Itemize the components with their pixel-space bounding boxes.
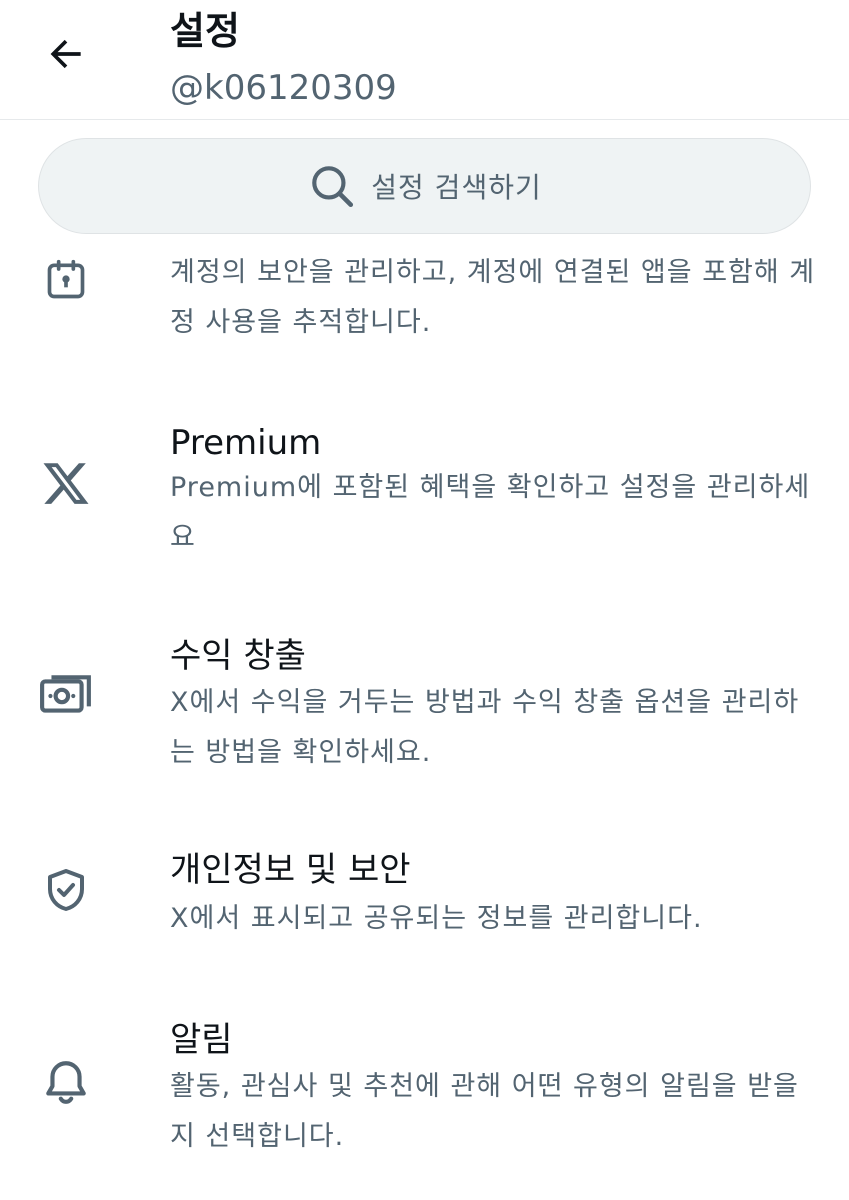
- settings-item-premium[interactable]: Premium Premium에 포함된 혜택을 확인하고 설정을 관리하세요: [0, 415, 849, 565]
- search-icon: [307, 161, 357, 211]
- settings-item-monetization[interactable]: 수익 창출 X에서 수익을 거두는 방법과 수익 창출 옵션을 관리하는 방법을…: [0, 628, 849, 778]
- settings-item-description: Premium에 포함된 혜택을 확인하고 설정을 관리하세요: [170, 472, 811, 553]
- settings-item-description: X에서 수익을 거두는 방법과 수익 창출 옵션을 관리하는 방법을 확인하세요…: [170, 687, 800, 768]
- page-title: 설정: [170, 9, 240, 53]
- settings-item-title: 수익 창출: [170, 636, 306, 676]
- settings-item-title: 개인정보 및 보안: [170, 850, 411, 890]
- settings-item-description: X에서 표시되고 공유되는 정보를 관리합니다.: [170, 903, 703, 934]
- settings-page: 설정 @k06120309 설정 검색하기 계정의 보안을 관리하고, 계정에 …: [0, 0, 849, 1200]
- bell-icon: [38, 1054, 94, 1110]
- settings-item-description: 활동, 관심사 및 추천에 관해 어떤 유형의 알림을 받을지 선택합니다.: [170, 1071, 799, 1152]
- settings-item-description: 계정의 보안을 관리하고, 계정에 연결된 앱을 포함해 계정 사용을 추적합니…: [170, 257, 816, 338]
- header: 설정 @k06120309: [0, 0, 849, 120]
- settings-item-title: 알림: [170, 1020, 233, 1060]
- settings-item-security-account-access[interactable]: 계정의 보안을 관리하고, 계정에 연결된 앱을 포함해 계정 사용을 추적합니…: [0, 240, 849, 360]
- settings-item-privacy-safety[interactable]: 개인정보 및 보안 X에서 표시되고 공유되는 정보를 관리합니다.: [0, 842, 849, 952]
- settings-search-input[interactable]: 설정 검색하기: [38, 138, 811, 234]
- lock-calendar-icon: [38, 252, 94, 308]
- arrow-left-icon: [50, 39, 81, 69]
- settings-item-notifications[interactable]: 알림 활동, 관심사 및 추천에 관해 어떤 유형의 알림을 받을지 선택합니다…: [0, 1016, 849, 1166]
- account-handle: @k06120309: [170, 68, 397, 108]
- x-logo-icon: [38, 455, 94, 511]
- settings-item-title: Premium: [170, 423, 322, 463]
- search-placeholder: 설정 검색하기: [371, 171, 542, 204]
- back-button[interactable]: [36, 24, 96, 84]
- shield-check-icon: [38, 862, 94, 918]
- money-icon: [38, 668, 94, 724]
